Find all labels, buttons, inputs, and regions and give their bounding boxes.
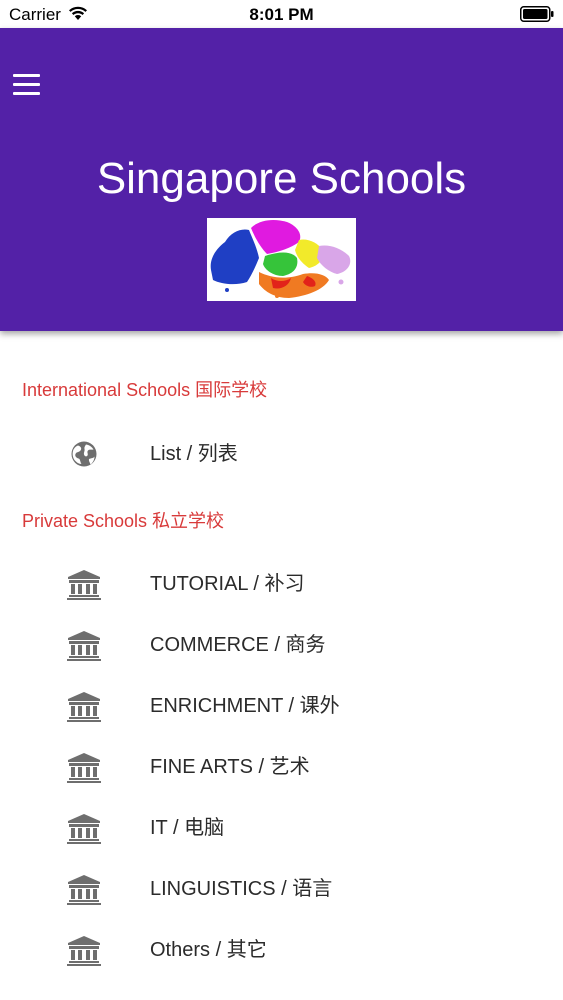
app-screen: Carrier 8:01 PM Singapore Schools Intern… [0, 0, 563, 1000]
battery-icon [520, 6, 554, 22]
list-item-it[interactable]: IT / 电脑 [0, 803, 563, 853]
list-item-label: List / 列表 [150, 443, 238, 465]
list-item-fine-arts[interactable]: FINE ARTS / 艺术 [0, 742, 563, 792]
institution-icon [67, 631, 101, 661]
page-title: Singapore Schools [96, 154, 467, 203]
list-item-tutorial[interactable]: TUTORIAL / 补习 [0, 559, 563, 609]
singapore-map-image [207, 218, 356, 301]
list-item-commerce[interactable]: COMMERCE / 商务 [0, 620, 563, 670]
institution-icon [67, 753, 101, 783]
institution-icon [67, 692, 101, 722]
list-item-linguistics[interactable]: LINGUISTICS / 语言 [0, 864, 563, 914]
hamburger-menu-icon[interactable] [10, 68, 44, 102]
list-item-label: TUTORIAL / 补习 [150, 573, 305, 595]
globe-icon [71, 441, 97, 467]
status-bar: Carrier 8:01 PM [0, 0, 563, 28]
list-item-label: LINGUISTICS / 语言 [150, 878, 333, 900]
app-header: Singapore Schools [0, 28, 563, 331]
list-item-label: ENRICHMENT / 课外 [150, 695, 340, 717]
list-item-enrichment[interactable]: ENRICHMENT / 课外 [0, 681, 563, 731]
list-item-label: FINE ARTS / 艺术 [150, 756, 310, 778]
clock: 8:01 PM [249, 5, 314, 24]
institution-icon [67, 936, 101, 966]
list-item-international-list[interactable]: List / 列表 [0, 429, 563, 479]
section-header-international-schools: International Schools 国际学校 [22, 380, 268, 400]
list-item-label: IT / 电脑 [150, 817, 225, 839]
institution-icon [67, 875, 101, 905]
list-item-others[interactable]: Others / 其它 [0, 925, 563, 975]
list-item-label: Others / 其它 [150, 939, 267, 961]
section-header-private-schools: Private Schools 私立学校 [22, 511, 225, 531]
list-item-label: COMMERCE / 商务 [150, 634, 326, 656]
institution-icon [67, 814, 101, 844]
institution-icon [67, 570, 101, 600]
